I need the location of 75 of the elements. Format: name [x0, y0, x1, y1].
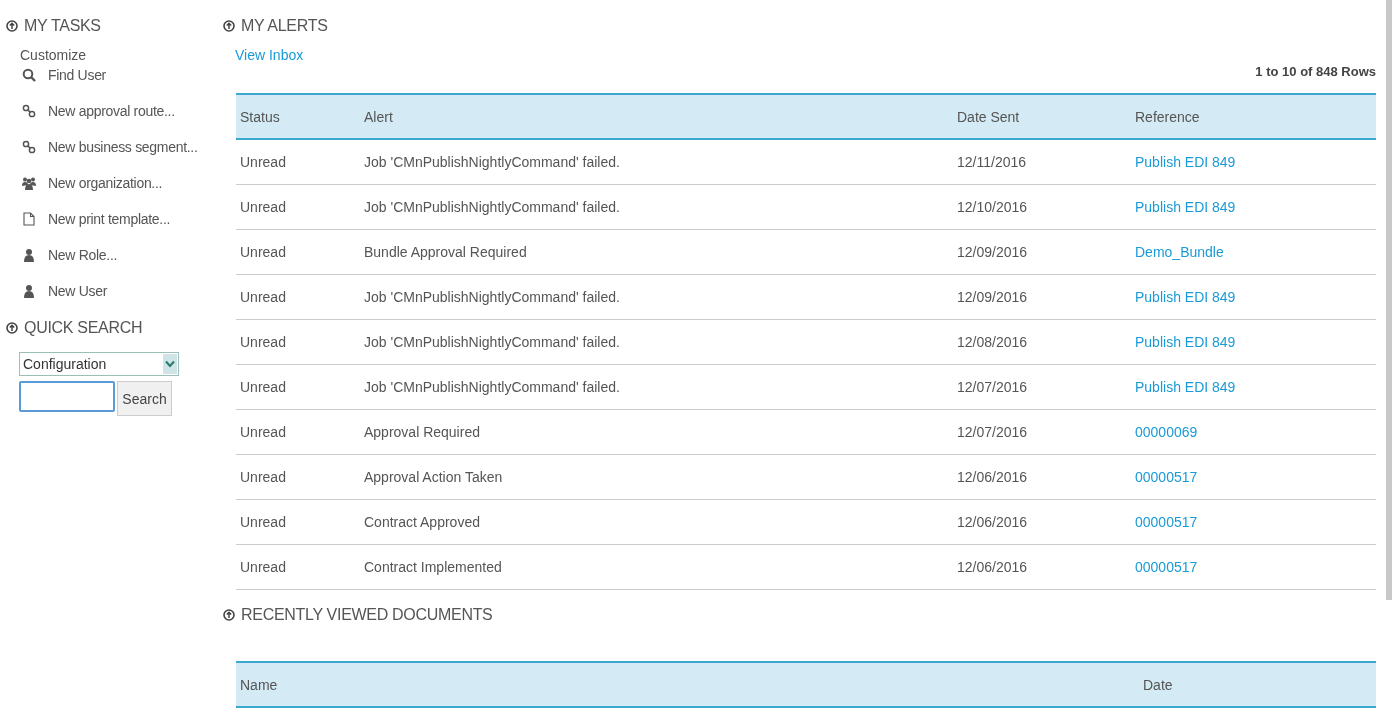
reference-link[interactable]: 00000069	[1131, 424, 1376, 440]
table-cell-text: 12/09/2016	[956, 244, 1029, 260]
table-cell-text: Unread	[239, 559, 287, 575]
table-cell-text: 12/10/2016	[956, 199, 1029, 215]
table-cell-text: 12/08/2016	[956, 334, 1029, 350]
task-link[interactable]: New organization...	[6, 165, 209, 201]
task-link[interactable]: New approval route...	[6, 93, 209, 129]
table-cell-text: 12/06/2016	[956, 514, 1029, 530]
collapse-icon	[223, 609, 235, 621]
person-icon	[22, 284, 36, 298]
search-icon	[22, 68, 36, 82]
people-icon	[22, 176, 36, 190]
table-cell-text: Contract Implemented	[363, 559, 503, 575]
document-icon	[22, 212, 36, 226]
column-header: Name	[239, 676, 279, 693]
reference-link[interactable]: 00000517	[1131, 469, 1376, 485]
section-title: QUICK SEARCH	[24, 319, 143, 337]
scrollbar[interactable]	[1386, 0, 1392, 600]
column-header: Alert	[363, 108, 394, 125]
category-dropdown[interactable]: Configuration	[19, 352, 179, 376]
chevron-down-icon	[165, 360, 175, 368]
collapse-icon	[6, 20, 18, 32]
table-cell-text: Unread	[239, 289, 287, 305]
column-header: Date	[1142, 676, 1174, 693]
table-cell-text: Job 'CMnPublishNightlyCommand' failed.	[363, 334, 621, 350]
reference-link[interactable]: Publish EDI 849	[1131, 199, 1376, 215]
table-cell-text: Approval Action Taken	[363, 469, 504, 485]
table-cell-text: Unread	[239, 244, 287, 260]
table-cell-text: Unread	[239, 379, 287, 395]
column-header: Status	[239, 108, 281, 125]
reference-link[interactable]: Publish EDI 849	[1131, 334, 1376, 350]
person-icon	[22, 248, 36, 262]
table-cell-text: Unread	[239, 154, 287, 170]
table-cell-text: Job 'CMnPublishNightlyCommand' failed.	[363, 154, 621, 170]
customize-link[interactable]: Customize	[20, 47, 209, 63]
row-count: 1 to 10 of 848 Rows	[1254, 64, 1376, 79]
table-cell-text: 12/06/2016	[956, 559, 1029, 575]
collapse-icon	[6, 322, 18, 334]
task-link[interactable]: New business segment...	[6, 129, 209, 165]
table-cell-text: 12/07/2016	[956, 424, 1029, 440]
reference-link[interactable]: Publish EDI 849	[1131, 289, 1376, 305]
table-cell-text: 12/07/2016	[956, 379, 1029, 395]
task-link[interactable]: New User	[6, 273, 209, 309]
search-field[interactable]	[19, 381, 115, 412]
table-cell-text: Job 'CMnPublishNightlyCommand' failed.	[363, 289, 621, 305]
reference-link[interactable]: Publish EDI 849	[1131, 379, 1376, 395]
table-cell-text: 12/11/2016	[956, 154, 1028, 170]
table-cell-text: 12/06/2016	[956, 469, 1029, 485]
chain-link-icon	[22, 140, 36, 154]
section-title: RECENTLY VIEWED DOCUMENTS	[241, 606, 493, 624]
column-header: Reference	[1134, 108, 1201, 125]
task-link[interactable]: New print template...	[6, 201, 209, 237]
reference-link[interactable]: Publish EDI 849	[1131, 154, 1376, 170]
table-cell-text: Unread	[239, 424, 287, 440]
table-cell-text: Unread	[239, 514, 287, 530]
task-link[interactable]: New Role...	[6, 237, 209, 273]
chain-link-icon	[22, 104, 36, 118]
reference-link[interactable]: 00000517	[1131, 559, 1376, 575]
table-cell-text: Unread	[239, 334, 287, 350]
table-cell-text: Job 'CMnPublishNightlyCommand' failed.	[363, 379, 621, 395]
table-cell-text: Approval Required	[363, 424, 481, 440]
search-button[interactable]: Search	[117, 381, 172, 416]
table-cell-text: Bundle Approval Required	[363, 244, 528, 260]
reference-link[interactable]: 00000517	[1131, 514, 1376, 530]
table-cell-text: Unread	[239, 199, 287, 215]
table-cell-text: Job 'CMnPublishNightlyCommand' failed.	[363, 199, 621, 215]
section-title: MY ALERTS	[241, 17, 328, 35]
reference-link[interactable]: Demo_Bundle	[1131, 244, 1376, 260]
view-inbox-link[interactable]: View Inbox	[235, 47, 1376, 63]
section-title: MY TASKS	[24, 17, 101, 35]
table-cell-text: 12/09/2016	[956, 289, 1029, 305]
table-cell-text: Contract Approved	[363, 514, 481, 530]
table-cell-text: Unread	[239, 469, 287, 485]
collapse-icon	[223, 20, 235, 32]
column-header: Date Sent	[956, 108, 1021, 125]
